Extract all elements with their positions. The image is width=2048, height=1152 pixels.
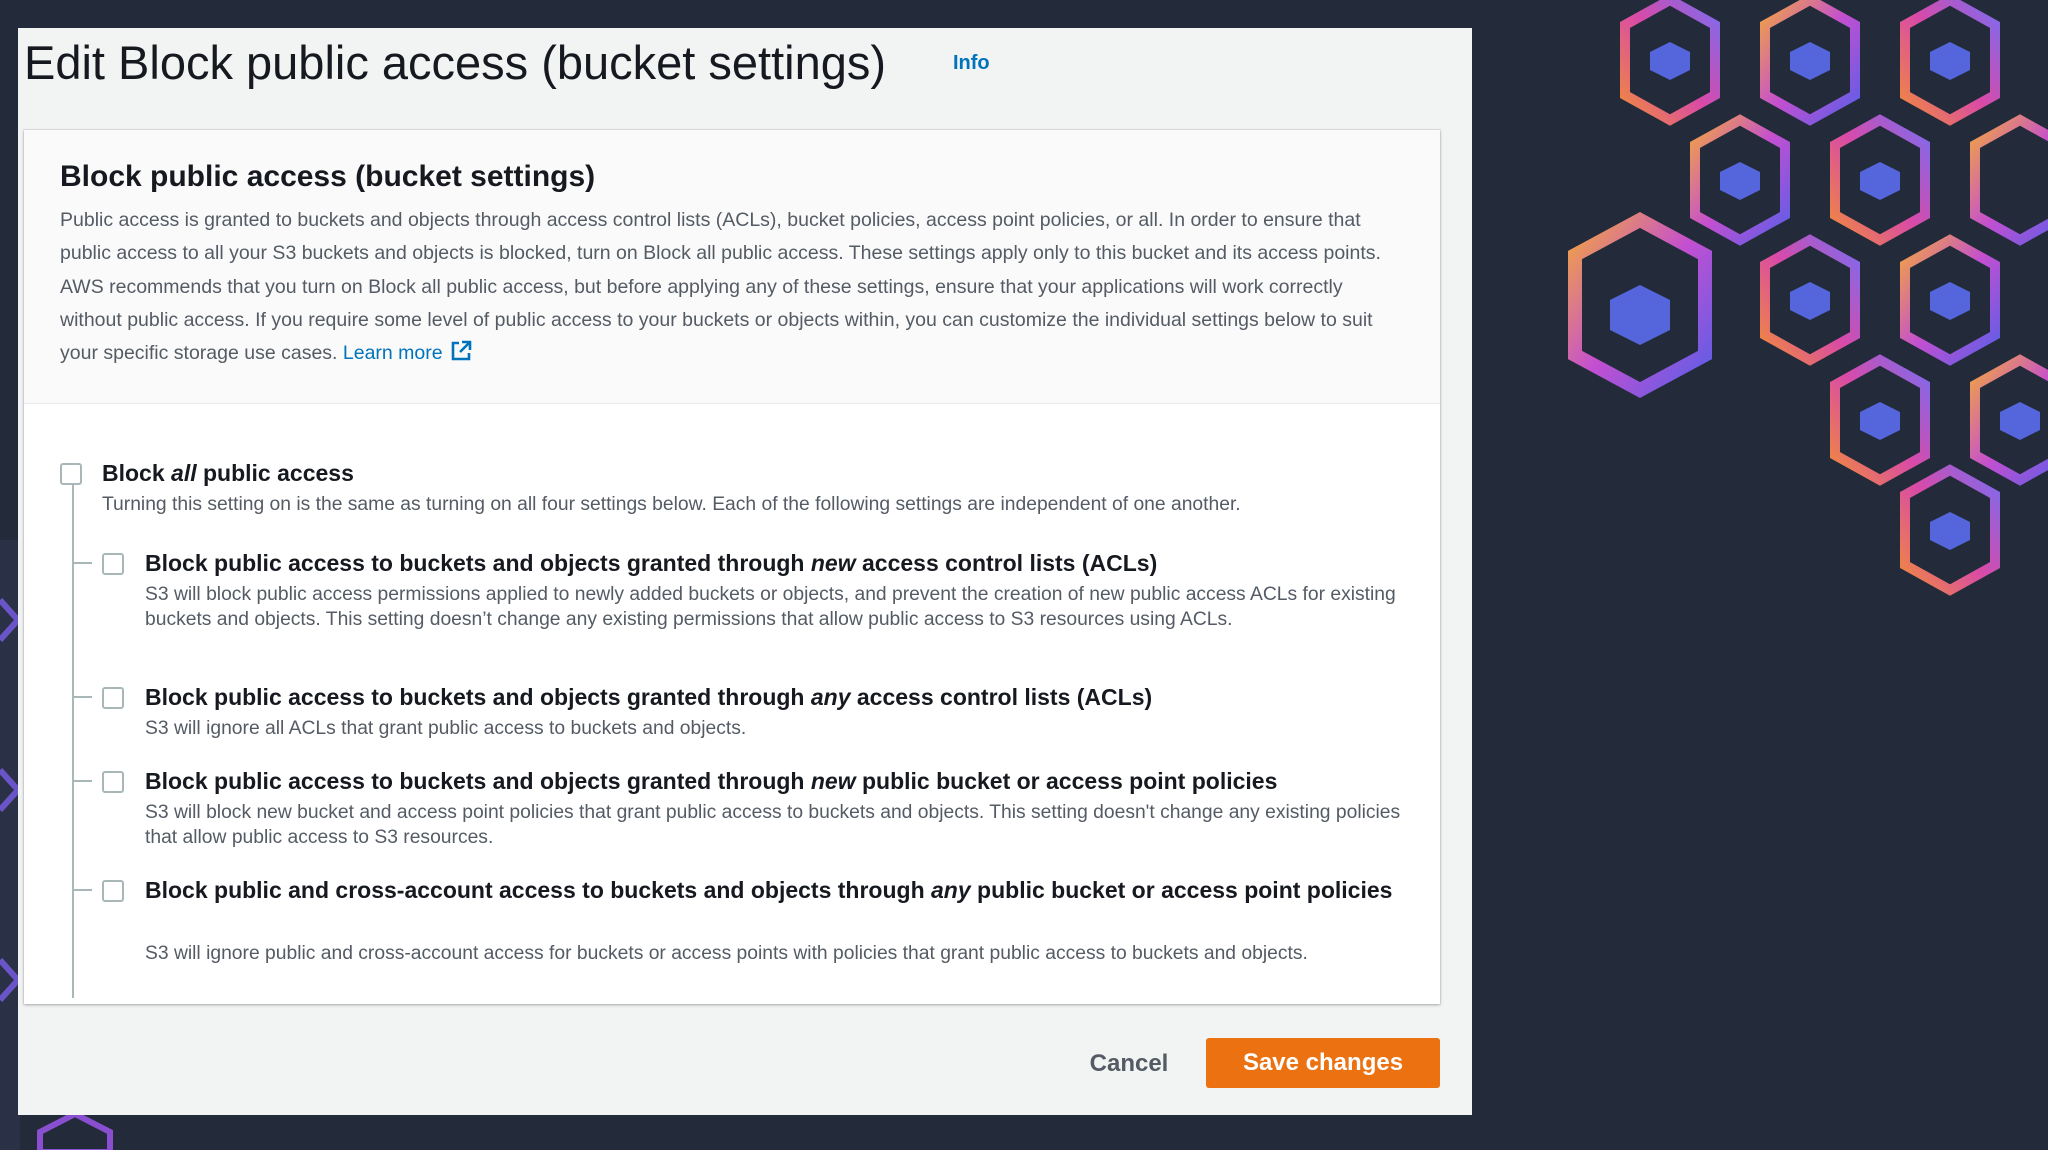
block-all-checkbox[interactable] xyxy=(60,463,82,485)
block-new-acls-description: S3 will block public access permissions … xyxy=(145,584,1396,631)
block-cross-account-checkbox[interactable] xyxy=(102,880,124,902)
bottom-edge-decoration xyxy=(37,1112,113,1152)
left-edge-decoration xyxy=(0,540,20,1152)
block-all-label: Block all public access xyxy=(102,460,354,486)
block-new-policies-checkbox[interactable] xyxy=(102,771,124,793)
tree-branch xyxy=(72,780,92,782)
block-new-acls-checkbox[interactable] xyxy=(102,553,124,575)
tree-line xyxy=(72,470,74,998)
block-any-acls-checkbox[interactable] xyxy=(102,687,124,709)
block-new-acls-label: Block public access to buckets and objec… xyxy=(145,550,1158,576)
edit-block-public-access-page: Edit Block public access (bucket setting… xyxy=(18,28,1472,1115)
block-all-description: Turning this setting on is the same as t… xyxy=(102,494,1241,515)
block-cross-account-label: Block public and cross-account access to… xyxy=(145,877,1393,903)
panel-description-text: Public access is granted to buckets and … xyxy=(60,209,1381,365)
learn-more-link[interactable]: Learn more xyxy=(343,342,443,364)
panel-title: Block public access (bucket settings) xyxy=(60,160,596,193)
info-link[interactable]: Info xyxy=(953,52,990,75)
block-new-policies-label: Block public access to buckets and objec… xyxy=(145,768,1278,794)
panel-description: Public access is granted to buckets and … xyxy=(60,204,1400,370)
page-title: Edit Block public access (bucket setting… xyxy=(24,36,887,89)
block-public-access-panel: Block public access (bucket settings) Pu… xyxy=(24,130,1440,1004)
hexagon-decoration xyxy=(1568,0,2048,596)
cancel-button[interactable]: Cancel xyxy=(1054,1039,1204,1089)
block-cross-account-description: S3 will ignore public and cross-account … xyxy=(145,943,1308,964)
panel-header: Block public access (bucket settings) Pu… xyxy=(24,130,1440,404)
tree-branch xyxy=(72,562,92,564)
save-changes-button[interactable]: Save changes xyxy=(1206,1038,1440,1088)
external-link-icon[interactable] xyxy=(449,339,473,363)
block-new-policies-description: S3 will block new bucket and access poin… xyxy=(145,802,1401,849)
block-any-acls-description: S3 will ignore all ACLs that grant publi… xyxy=(145,718,747,739)
tree-branch xyxy=(72,696,92,698)
tree-branch xyxy=(72,889,92,891)
block-any-acls-label: Block public access to buckets and objec… xyxy=(145,684,1153,710)
